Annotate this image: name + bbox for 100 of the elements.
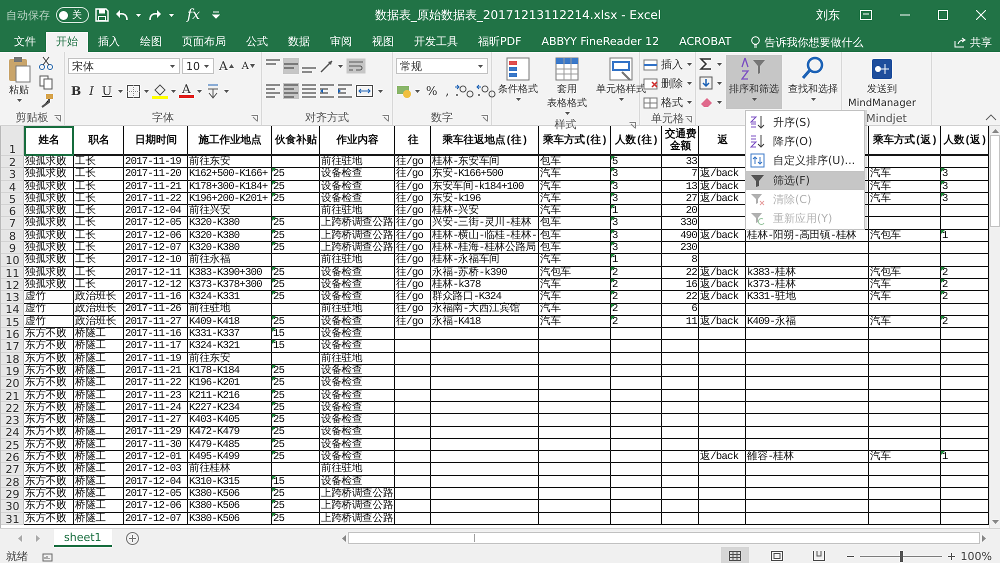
ribbon-tab[interactable]: 页面布局 — [172, 32, 236, 52]
customize-toolbar-icon[interactable] — [212, 11, 220, 19]
increase-decimal-icon[interactable] — [454, 84, 474, 98]
ribbon-tab[interactable]: 开始 — [46, 32, 88, 52]
scissors-icon[interactable] — [38, 55, 54, 71]
redo-icon[interactable] — [148, 9, 162, 21]
maximize-icon[interactable] — [938, 10, 948, 20]
align-center-icon[interactable] — [283, 83, 299, 99]
tell-me-field[interactable]: 告诉我你想要做什么 — [764, 34, 864, 50]
row-number[interactable]: 14 — [1, 304, 24, 316]
ribbon-tab[interactable]: 开发工具 — [404, 32, 468, 52]
caret-icon[interactable] — [337, 64, 344, 68]
style-button[interactable]: 套用 表格格式 — [544, 55, 590, 117]
caret-icon[interactable] — [168, 12, 175, 18]
eraser-icon[interactable] — [699, 95, 713, 109]
align-middle-icon[interactable] — [283, 58, 299, 74]
menu-item[interactable]: 筛选(F) — [746, 170, 864, 190]
column-header-cell[interactable]: 往 — [395, 126, 431, 156]
ribbon-tab[interactable]: ABBYY FineReader 12 — [531, 32, 670, 52]
caret-icon[interactable] — [143, 88, 150, 94]
row-number[interactable]: 2 — [1, 156, 24, 168]
ribbon-tab[interactable]: 绘图 — [130, 32, 172, 52]
caret-icon[interactable] — [16, 98, 22, 103]
row-number[interactable]: 1 — [1, 126, 24, 156]
row-number[interactable]: 19 — [1, 365, 24, 378]
font-name-field[interactable]: 宋体 — [68, 58, 180, 74]
column-header-cell[interactable]: 日期时间 — [124, 126, 188, 156]
row-number[interactable]: 6 — [1, 205, 24, 218]
copy-icon[interactable] — [38, 74, 54, 90]
column-header-cell[interactable]: 职名 — [74, 126, 124, 156]
row-number[interactable]: 22 — [1, 402, 24, 414]
row-number[interactable]: 8 — [1, 230, 24, 242]
fill-color-icon[interactable] — [152, 83, 168, 99]
caret-icon[interactable] — [716, 62, 723, 66]
share-icon[interactable] — [954, 36, 966, 48]
ribbon-display-icon[interactable] — [860, 10, 872, 20]
ribbon-tab[interactable]: 公式 — [236, 32, 278, 52]
normal-view-icon[interactable] — [728, 551, 741, 561]
scroll-right-icon[interactable] — [982, 534, 986, 542]
comma-button[interactable]: , — [442, 84, 452, 98]
number-format-field[interactable]: 常规 — [396, 58, 488, 74]
row-number[interactable]: 31 — [1, 512, 24, 525]
orientation-icon[interactable] — [319, 58, 335, 74]
dialog-launcher-icon[interactable] — [685, 116, 692, 123]
zoom-slider-thumb[interactable] — [900, 550, 903, 562]
italic-button[interactable]: I — [86, 84, 97, 98]
caret-icon[interactable] — [686, 80, 693, 86]
clipboard-icon[interactable] — [6, 56, 32, 83]
increase-indent-icon[interactable] — [337, 83, 353, 99]
save-icon[interactable] — [95, 8, 109, 22]
row-number[interactable]: 26 — [1, 451, 24, 464]
caret-icon[interactable] — [117, 88, 124, 94]
caret-icon[interactable] — [716, 100, 723, 104]
sheet-tab[interactable]: sheet1 — [54, 529, 112, 547]
fill-down-icon[interactable] — [699, 76, 713, 90]
autosum-icon[interactable] — [699, 57, 713, 71]
cells-button[interactable]: 格式 — [643, 93, 693, 111]
row-number[interactable]: 12 — [1, 278, 24, 292]
row-number[interactable]: 13 — [1, 291, 24, 304]
row-number[interactable]: 17 — [1, 340, 24, 353]
shrink-font-button[interactable]: A — [238, 60, 258, 72]
caret-icon[interactable] — [222, 88, 230, 94]
add-sheet-icon[interactable] — [126, 532, 139, 544]
caret-icon[interactable] — [564, 111, 570, 116]
caret-icon[interactable] — [686, 62, 693, 66]
ribbon-tab[interactable]: 插入 — [88, 32, 130, 52]
dialog-launcher-icon[interactable] — [54, 115, 61, 122]
row-number[interactable]: 11 — [1, 266, 24, 279]
ribbon-tab[interactable]: 数据 — [278, 32, 320, 52]
caret-icon[interactable] — [169, 64, 176, 68]
autosave-toggle[interactable]: 关 — [56, 7, 89, 23]
ribbon-tab[interactable]: 福昕PDF — [468, 32, 532, 52]
row-number[interactable]: 4 — [1, 180, 24, 193]
row-number[interactable]: 16 — [1, 328, 24, 340]
caret-icon[interactable] — [135, 12, 142, 18]
row-number[interactable]: 3 — [1, 168, 24, 181]
collapse-ribbon-icon[interactable] — [985, 114, 997, 121]
dialog-launcher-icon[interactable] — [629, 122, 636, 129]
align-right-icon[interactable] — [301, 83, 317, 99]
wrap-text-icon[interactable] — [346, 58, 366, 74]
font-size-field[interactable]: 10 — [182, 58, 214, 74]
font-color-button[interactable]: A — [179, 84, 194, 98]
column-header-cell[interactable]: 交通费金额 — [662, 126, 699, 156]
decrease-indent-icon[interactable] — [319, 83, 335, 99]
page-layout-icon[interactable] — [770, 551, 783, 561]
caret-icon[interactable] — [514, 97, 522, 102]
align-left-icon[interactable] — [265, 83, 281, 99]
column-header-cell[interactable]: 伙食补贴 — [272, 126, 320, 156]
dialog-launcher-icon[interactable] — [481, 115, 488, 122]
ribbon-tab[interactable]: 视图 — [362, 32, 404, 52]
scroll-up-icon[interactable] — [992, 129, 998, 133]
row-number[interactable]: 5 — [1, 192, 24, 206]
vertical-scroll-thumb[interactable] — [990, 135, 1000, 227]
column-header-cell[interactable]: 乘车往返地点(往) — [431, 126, 539, 156]
borders-icon[interactable] — [126, 84, 142, 98]
underline-button[interactable]: U — [98, 84, 116, 98]
share-button[interactable]: 共享 — [970, 34, 992, 50]
zoom-in-icon[interactable] — [948, 552, 955, 560]
caret-icon[interactable] — [170, 88, 178, 94]
row-number[interactable]: 24 — [1, 426, 24, 439]
